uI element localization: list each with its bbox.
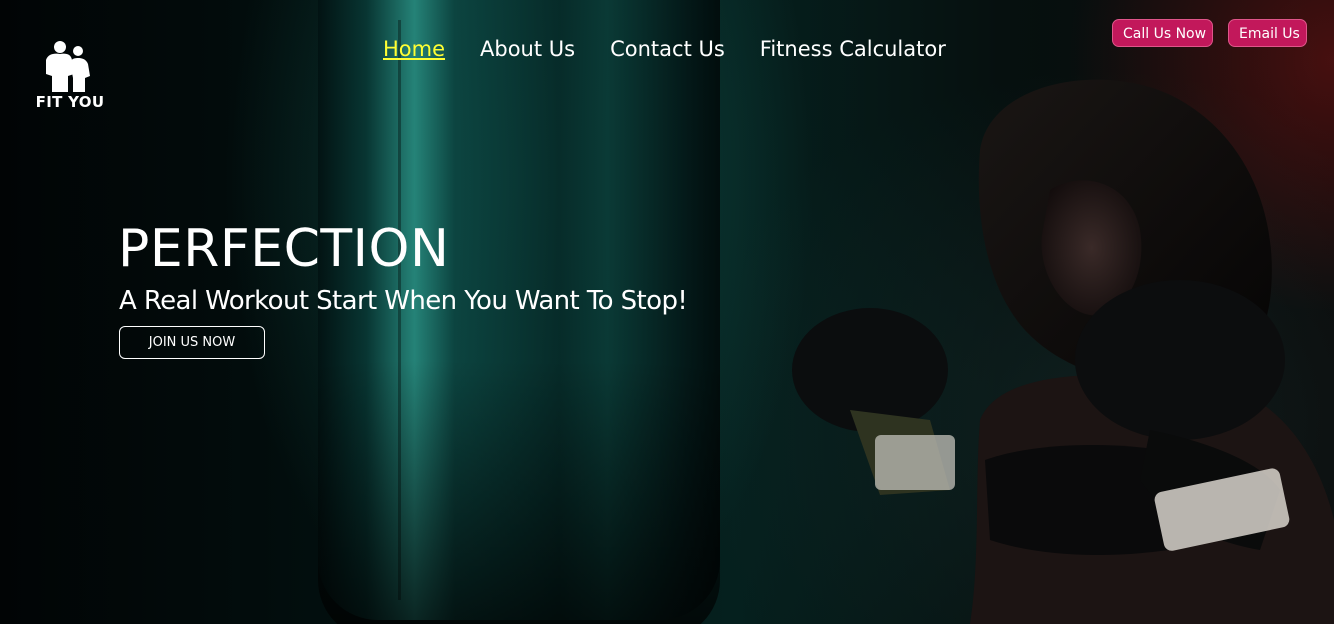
- hero-tagline: A Real Workout Start When You Want To St…: [119, 286, 688, 316]
- nav-link-about-us[interactable]: About Us: [480, 37, 575, 61]
- join-us-now-button[interactable]: JOIN US NOW: [119, 326, 265, 359]
- call-us-button[interactable]: Call Us Now: [1112, 19, 1213, 47]
- hero-section: FIT YOU Home About Us Contact Us Fitness…: [0, 0, 1334, 624]
- hero-headline: PERFECTION: [118, 219, 450, 279]
- nav-link-contact-us[interactable]: Contact Us: [610, 37, 725, 61]
- brand-logo[interactable]: FIT YOU: [34, 40, 106, 114]
- main-nav: Home About Us Contact Us Fitness Calcula…: [383, 34, 981, 64]
- brand-name: FIT YOU: [35, 93, 105, 111]
- nav-link-home[interactable]: Home: [383, 37, 445, 61]
- nav-link-fitness-calculator[interactable]: Fitness Calculator: [760, 37, 946, 61]
- punching-bag-shadow: [318, 360, 720, 624]
- email-us-button[interactable]: Email Us: [1228, 19, 1307, 47]
- boxer-woman-image: [792, 79, 1334, 624]
- two-athletes-icon: [46, 41, 90, 92]
